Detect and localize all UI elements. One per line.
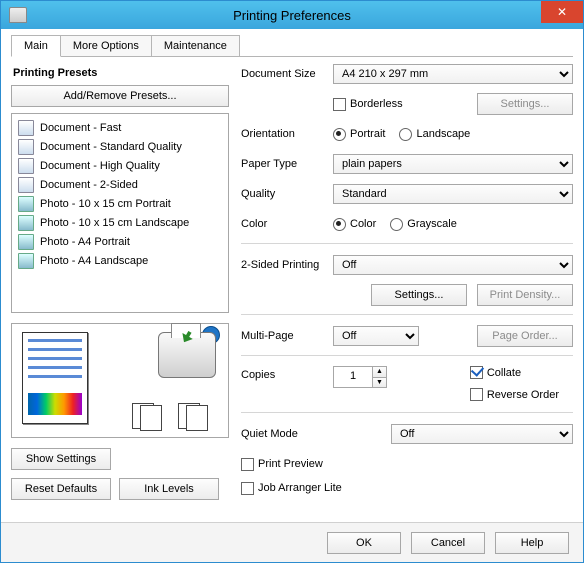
multi-page-label: Multi-Page	[241, 330, 333, 342]
page-order-button[interactable]: Page Order...	[477, 325, 573, 347]
preset-item[interactable]: Document - Fast	[16, 118, 224, 137]
preset-item[interactable]: Photo - 10 x 15 cm Portrait	[16, 194, 224, 213]
grayscale-radio[interactable]: Grayscale	[390, 218, 457, 231]
ink-levels-button[interactable]: Ink Levels	[119, 478, 219, 500]
spin-up-icon[interactable]: ▲	[372, 367, 386, 378]
document-size-label: Document Size	[241, 68, 333, 80]
tab-more-options[interactable]: More Options	[60, 35, 152, 56]
cancel-button[interactable]: Cancel	[411, 532, 485, 554]
printer-icon	[9, 7, 27, 23]
document-icon	[18, 158, 34, 174]
document-size-select[interactable]: A4 210 x 297 mm	[333, 64, 573, 84]
preset-item[interactable]: Document - Standard Quality	[16, 137, 224, 156]
preset-item[interactable]: Photo - A4 Landscape	[16, 251, 224, 270]
reset-defaults-button[interactable]: Reset Defaults	[11, 478, 111, 500]
borderless-checkbox[interactable]: Borderless	[333, 98, 403, 111]
borderless-label: Borderless	[350, 98, 403, 110]
preset-item[interactable]: Document - High Quality	[16, 156, 224, 175]
two-sided-settings-button[interactable]: Settings...	[371, 284, 467, 306]
printer-illustration-icon	[158, 332, 216, 378]
tab-main[interactable]: Main	[11, 35, 61, 57]
document-icon	[18, 139, 34, 155]
copies-value: 1	[334, 367, 372, 387]
page-stack-icon	[132, 403, 166, 431]
orientation-portrait-radio[interactable]: Portrait	[333, 128, 385, 141]
quality-label: Quality	[241, 188, 333, 200]
ok-button[interactable]: OK	[327, 532, 401, 554]
preset-label: Document - High Quality	[40, 160, 160, 172]
dialog-footer: OK Cancel Help	[1, 522, 583, 562]
collate-checkbox[interactable]: Collate	[470, 366, 521, 379]
document-icon	[18, 120, 34, 136]
quality-select[interactable]: Standard	[333, 184, 573, 204]
help-button[interactable]: Help	[495, 532, 569, 554]
page-preview-icon	[22, 332, 88, 424]
preset-label: Photo - 10 x 15 cm Landscape	[40, 217, 189, 229]
orientation-landscape-radio[interactable]: Landscape	[399, 128, 470, 141]
two-sided-select[interactable]: Off	[333, 255, 573, 275]
document-icon	[18, 177, 34, 193]
job-arranger-checkbox[interactable]: Job Arranger Lite	[241, 482, 342, 495]
copies-spinner[interactable]: 1 ▲▼	[333, 366, 387, 388]
preset-label: Photo - 10 x 15 cm Portrait	[40, 198, 171, 210]
preset-label: Photo - A4 Landscape	[40, 255, 148, 267]
copies-label: Copies	[241, 366, 333, 381]
photo-icon	[18, 215, 34, 231]
tab-strip: Main More Options Maintenance	[11, 35, 573, 57]
two-sided-label: 2-Sided Printing	[241, 259, 333, 271]
color-radio[interactable]: Color	[333, 218, 376, 231]
tab-maintenance[interactable]: Maintenance	[151, 35, 240, 56]
color-label: Color	[241, 218, 333, 230]
preset-label: Document - Standard Quality	[40, 141, 182, 153]
close-button[interactable]: ✕	[541, 1, 583, 23]
preview-pane	[11, 323, 229, 438]
photo-icon	[18, 234, 34, 250]
paper-type-select[interactable]: plain papers	[333, 154, 573, 174]
photo-icon	[18, 196, 34, 212]
spin-down-icon[interactable]: ▼	[372, 378, 386, 388]
printing-presets-title: Printing Presets	[13, 67, 229, 79]
printing-preferences-window: Printing Preferences ✕ Main More Options…	[0, 0, 584, 563]
window-title: Printing Preferences	[1, 8, 583, 23]
page-stack-icon	[178, 403, 212, 431]
print-density-button[interactable]: Print Density...	[477, 284, 573, 306]
preset-label: Photo - A4 Portrait	[40, 236, 130, 248]
preset-item[interactable]: Photo - 10 x 15 cm Landscape	[16, 213, 224, 232]
show-settings-button[interactable]: Show Settings	[11, 448, 111, 470]
preset-label: Document - Fast	[40, 122, 121, 134]
quiet-mode-label: Quiet Mode	[241, 428, 391, 440]
multi-page-select[interactable]: Off	[333, 326, 419, 346]
preset-item[interactable]: Document - 2-Sided	[16, 175, 224, 194]
orientation-label: Orientation	[241, 128, 333, 140]
preset-list: Document - Fast Document - Standard Qual…	[11, 113, 229, 313]
print-preview-checkbox[interactable]: Print Preview	[241, 458, 323, 471]
photo-icon	[18, 253, 34, 269]
reverse-order-checkbox[interactable]: Reverse Order	[470, 388, 559, 401]
paper-type-label: Paper Type	[241, 158, 333, 170]
borderless-settings-button[interactable]: Settings...	[477, 93, 573, 115]
quiet-mode-select[interactable]: Off	[391, 424, 573, 444]
preset-label: Document - 2-Sided	[40, 179, 138, 191]
add-remove-presets-button[interactable]: Add/Remove Presets...	[11, 85, 229, 107]
titlebar: Printing Preferences ✕	[1, 1, 583, 29]
preset-item[interactable]: Photo - A4 Portrait	[16, 232, 224, 251]
